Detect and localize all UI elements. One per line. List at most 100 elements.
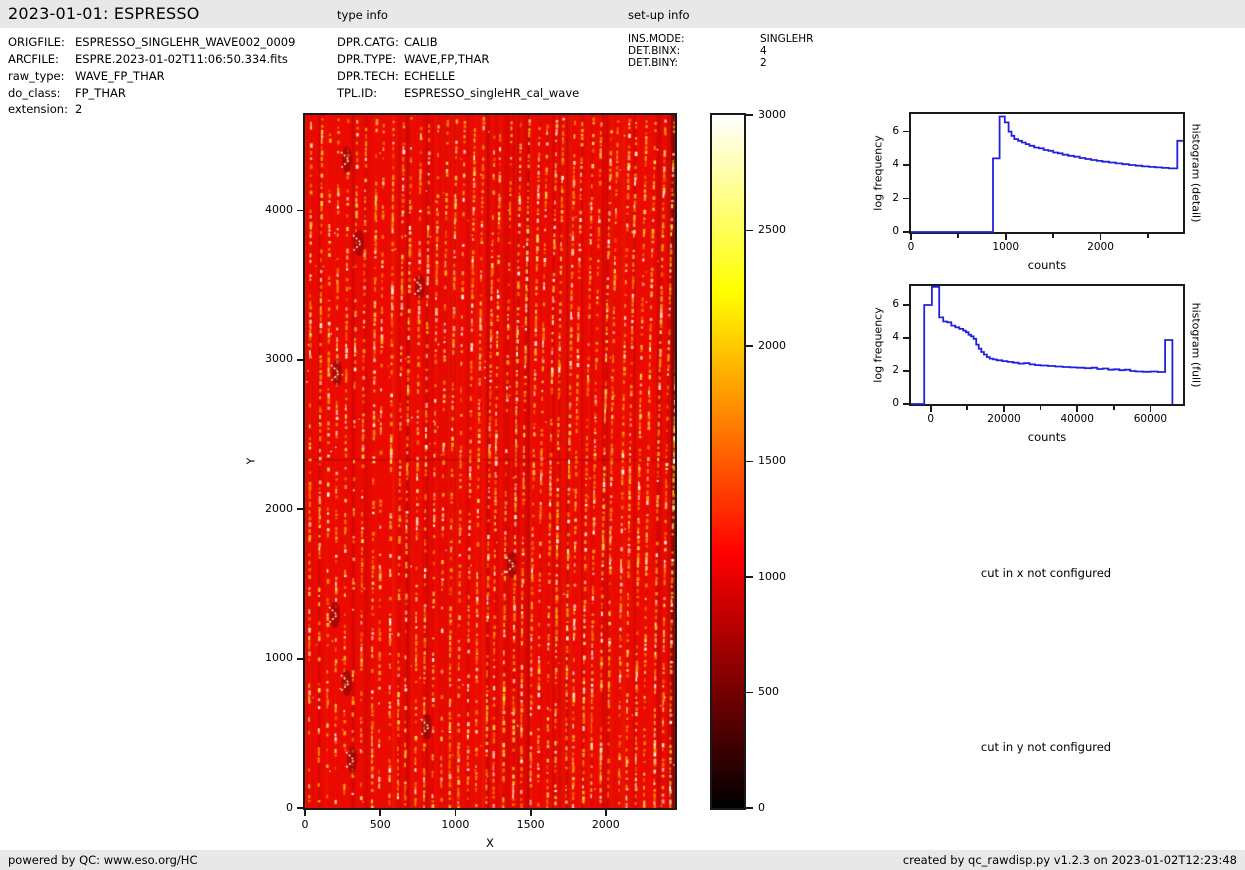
y-tick [297, 359, 303, 361]
colorbar-tick-label: 1500 [758, 454, 786, 467]
x-tick [1003, 406, 1005, 412]
dprcatg-label: DPR.CATG: [337, 35, 399, 49]
tplid-label: TPL.ID: [337, 86, 378, 100]
histogram-full-line-plot [911, 285, 1174, 405]
main-xaxis-label: X [486, 836, 494, 850]
raw-image-frame [303, 113, 677, 810]
footer-right-text: created by qc_rawdisp.py v1.2.3 on 2023-… [902, 853, 1237, 867]
colorbar-tick-label: 3000 [758, 107, 786, 121]
dprcatg-value: CALIB [404, 35, 438, 49]
y-tick-label: 6 [892, 297, 899, 310]
colorbar-tick [746, 229, 753, 232]
dprtech-value: ECHELLE [404, 69, 456, 83]
y-tick [297, 657, 303, 660]
x-tick [1004, 234, 1007, 240]
x-tick-label: 40000 [1060, 413, 1094, 425]
x-tick [910, 234, 912, 240]
y-tick [903, 231, 909, 233]
y-tick [297, 209, 303, 212]
hist-detail-right-label: histogram (detail) [1189, 123, 1203, 223]
y-tick-label: 1000 [265, 651, 293, 665]
histogram-full-step-line [911, 285, 1174, 405]
x-tick-label: 60000 [1133, 413, 1168, 425]
y-tick [903, 164, 909, 166]
detbiny-value: 2 [760, 57, 767, 69]
x-tick [957, 234, 960, 238]
cut-y-message: cut in y not configured [980, 740, 1112, 754]
y-tick-label: 4 [892, 330, 899, 343]
colorbar-tick-label: 2500 [758, 223, 786, 236]
cut-x-message: cut in x not configured [980, 566, 1112, 580]
colorbar [710, 113, 746, 810]
y-tick-label: 2 [892, 191, 899, 204]
detbiny-label: DET.BINY: [628, 57, 678, 69]
y-tick-label: 2 [892, 363, 899, 376]
y-tick-label: 0 [286, 800, 293, 814]
x-tick-label: 1000 [992, 241, 1020, 253]
x-tick [1039, 406, 1042, 410]
colorbar-tick [746, 576, 753, 578]
doclass-label: do_class: [8, 86, 61, 100]
y-tick-label: 0 [892, 397, 899, 409]
colorbar-tick-label: 0 [758, 800, 765, 814]
x-tick [1147, 234, 1149, 238]
x-tick [379, 810, 382, 816]
y-tick-label: 4 [892, 158, 899, 171]
colorbar-tick [746, 691, 753, 694]
type-info-heading: type info [337, 8, 388, 22]
detbinx-value: 4 [760, 45, 767, 57]
x-tick [454, 810, 457, 816]
insmode-label: INS.MODE: [628, 33, 685, 45]
x-tick-label: 1500 [516, 818, 545, 831]
hist-full-right-label: histogram (full) [1189, 302, 1203, 388]
y-tick-label: 3000 [265, 352, 293, 366]
hist-full-xlabel: counts [1027, 430, 1067, 444]
insmode-value: SINGLEHR [760, 33, 814, 45]
footer-left-text: powered by QC: www.eso.org/HC [8, 853, 198, 867]
y-tick-label: 6 [892, 124, 899, 137]
y-tick [297, 807, 303, 809]
colorbar-tick-label: 1000 [758, 569, 786, 583]
colorbar-tick [746, 345, 753, 347]
dprtype-value: WAVE,FP,THAR [404, 52, 490, 66]
y-tick [903, 130, 909, 133]
dprtech-label: DPR.TECH: [337, 69, 399, 83]
x-tick [1149, 406, 1152, 412]
colorbar-tick [746, 807, 753, 809]
arcfile-label: ARCFILE: [8, 52, 59, 66]
tplid-value: ESPRESSO_singleHR_cal_wave [404, 86, 580, 100]
rawtype-label: raw_type: [8, 69, 65, 83]
x-tick-label: 0 [927, 413, 935, 425]
x-tick [1099, 234, 1102, 240]
colorbar-tick-label: 500 [758, 685, 779, 698]
dprtype-label: DPR.TYPE: [337, 52, 397, 66]
setup-info-heading: set-up info [628, 8, 690, 22]
doclass-value: FP_THAR [75, 86, 126, 100]
arcfile-value: ESPRE.2023-01-02T11:06:50.334.fits [75, 52, 288, 66]
x-tick [1076, 406, 1079, 412]
rawtype-value: WAVE_FP_THAR [75, 69, 165, 83]
main-yaxis-label: Y [244, 457, 258, 465]
y-tick [297, 508, 303, 511]
x-tick [604, 810, 607, 816]
extension-value: 2 [75, 102, 83, 116]
histogram-detail-line-plot [911, 115, 1183, 233]
x-tick [1112, 406, 1115, 410]
origfile-label: ORIGFILE: [8, 35, 65, 49]
origfile-value: ESPRESSO_SINGLEHR_WAVE002_0009 [75, 35, 296, 49]
x-tick [304, 810, 306, 816]
qc-report-page: 2023-01-01: ESPRESSO type info set-up in… [0, 0, 1245, 870]
x-tick-label: 20000 [987, 413, 1021, 425]
x-tick-label: 500 [369, 818, 391, 831]
y-tick [903, 370, 909, 372]
y-tick [903, 197, 909, 200]
x-tick-label: 1000 [441, 818, 470, 831]
extension-label: extension: [8, 102, 68, 116]
y-tick [903, 304, 909, 306]
y-tick-label: 2000 [265, 501, 293, 515]
detbinx-label: DET.BINX: [628, 45, 681, 57]
page-title: 2023-01-01: ESPRESSO [8, 4, 200, 23]
colorbar-tick [746, 460, 753, 463]
histogram-detail-step-line [911, 115, 1183, 233]
y-tick-label: 0 [892, 225, 899, 237]
